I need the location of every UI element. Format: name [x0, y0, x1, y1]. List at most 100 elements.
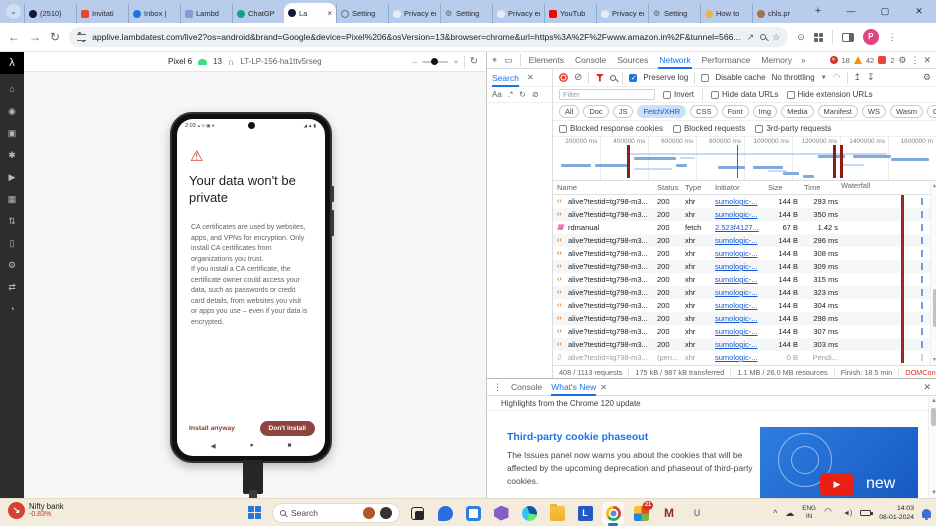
chat-icon[interactable]	[434, 502, 456, 525]
network-overview-timeline[interactable]: 200000 ms 400000 ms 600000 ms 800000 ms …	[553, 137, 936, 181]
filter-input[interactable]	[559, 89, 655, 100]
browser-tab[interactable]: ChatGP ×	[232, 4, 284, 23]
network-settings-icon[interactable]: ⚙	[923, 72, 931, 83]
type-filter-pill[interactable]: Wasm	[890, 105, 923, 118]
disable-cache-checkbox[interactable]	[701, 74, 709, 82]
m365-icon[interactable]: 21	[630, 502, 652, 525]
home-icon[interactable]: ⌂	[0, 78, 24, 100]
clock[interactable]: 14:03 08-01-2024	[879, 504, 914, 522]
tab-search-button[interactable]: ⌄	[6, 4, 21, 19]
gallery-icon[interactable]: ▦	[0, 188, 24, 210]
blocked-filter-checkbox[interactable]	[755, 125, 763, 133]
request-initiator-link[interactable]: sumologic-...	[715, 353, 765, 362]
network-request-row[interactable]: alive?testid=tg798-m3... 200 xhr sumolog…	[553, 286, 936, 299]
more-panels-icon[interactable]: »	[800, 52, 807, 69]
profile-icon[interactable]: ◉	[0, 100, 24, 122]
close-window-button[interactable]: ✕	[902, 0, 936, 23]
extensions-icon[interactable]	[814, 33, 823, 42]
type-filter-pill[interactable]: All	[559, 105, 579, 118]
filter-funnel-icon[interactable]	[595, 74, 604, 82]
video-thumbnail[interactable]: ▶ new	[760, 427, 918, 498]
devtools-close-icon[interactable]: ✕	[923, 55, 931, 66]
power-icon[interactable]: ◔	[0, 298, 24, 320]
search-highlight-icon-2[interactable]	[380, 507, 392, 519]
drawer-scrollbar[interactable]: ▲▼	[928, 396, 936, 498]
network-request-row[interactable]: alive?testid=tg798-m3... 200 xhr sumolog…	[553, 195, 936, 208]
rotate-device-icon[interactable]: ↻	[470, 56, 478, 67]
blocked-filter[interactable]: 3rd-party requests	[755, 124, 831, 133]
table-scrollbar[interactable]: ▲▼	[930, 181, 936, 365]
zoom-out-icon[interactable]: –	[412, 57, 417, 67]
hidden-icons-caret[interactable]: ^	[773, 508, 777, 518]
drawer-scrollbar-thumb[interactable]	[931, 408, 936, 426]
network-request-row[interactable]: rdmanual 200 fetch 2.523f4127... 67 B 1.…	[553, 221, 936, 234]
network-request-row[interactable]: alive?testid=tg798-m3... 200 xhr sumolog…	[553, 247, 936, 260]
notification-bell-icon[interactable]	[922, 509, 931, 518]
record-icon[interactable]	[559, 73, 568, 82]
network-request-row[interactable]: alive?testid=tg798-m3... 200 xhr sumolog…	[553, 208, 936, 221]
visual-studio-icon[interactable]	[490, 502, 512, 525]
edge-icon[interactable]	[518, 502, 540, 525]
task-view-icon[interactable]	[406, 502, 428, 525]
header-type[interactable]: Type	[685, 183, 715, 192]
header-size[interactable]: Size	[765, 183, 801, 192]
import-har-icon[interactable]: ↥	[854, 72, 862, 83]
onedrive-cloud-icon[interactable]: ☁	[785, 508, 794, 519]
language-indicator[interactable]: ENG IN	[802, 505, 816, 521]
scrollbar-thumb[interactable]	[933, 289, 936, 327]
search-close-icon[interactable]: ✕	[527, 73, 534, 82]
profile-avatar[interactable]: P	[863, 29, 879, 45]
network-icon[interactable]: ⇅	[0, 210, 24, 232]
network-request-row[interactable]: alive?testid=tg798-m3... 200 xhr sumolog…	[553, 260, 936, 273]
table-header-row[interactable]: Name Status Type Initiator Size Time Wat…	[553, 181, 936, 195]
type-filter-pill[interactable]: Manifest	[818, 105, 858, 118]
whats-new-close-icon[interactable]: ✕	[600, 383, 607, 392]
browser-tab[interactable]: Setting ×	[336, 4, 388, 23]
lambdatest-app-icon[interactable]: L	[574, 502, 596, 525]
device-toolbar-icon[interactable]: ▭	[504, 55, 513, 66]
hide-data-urls-checkbox[interactable]	[711, 91, 719, 99]
request-initiator-link[interactable]: sumologic-...	[715, 301, 765, 310]
request-initiator-link[interactable]: sumologic-...	[715, 327, 765, 336]
browser-tab[interactable]: Privacy erro ×	[388, 4, 440, 23]
warning-badge-icon[interactable]	[854, 56, 862, 64]
type-filter-pill[interactable]: Font	[722, 105, 749, 118]
type-filter-pill[interactable]: JS	[613, 105, 634, 118]
network-request-row[interactable]: alive?testid=tg798-m3... 200 xhr sumolog…	[553, 299, 936, 312]
password-manager-icon[interactable]: ⊙	[797, 32, 805, 43]
request-initiator-link[interactable]: sumologic-...	[715, 210, 765, 219]
install-anyway-button[interactable]: Install anyway	[189, 425, 235, 432]
drawer-tab-console[interactable]: Console	[511, 379, 542, 396]
article-title[interactable]: Third-party cookie phaseout	[507, 431, 648, 443]
browser-tab[interactable]: Privacy erro ×	[596, 4, 648, 23]
file-explorer-icon[interactable]	[546, 502, 568, 525]
browser-tab[interactable]: Inbox | ×	[128, 4, 180, 23]
dont-install-button[interactable]: Don't install	[260, 421, 315, 436]
request-initiator-link[interactable]: sumologic-...	[715, 275, 765, 284]
browser-tab[interactable]: Privacy erro ×	[492, 4, 544, 23]
error-badge-icon[interactable]: ✕	[830, 56, 838, 64]
battery-icon[interactable]	[860, 510, 871, 517]
dropdown-caret-icon[interactable]: ▼	[821, 75, 827, 81]
send-to-device-icon[interactable]: ↗	[747, 32, 755, 43]
browser-tab[interactable]: La ×	[284, 3, 336, 23]
network-request-row[interactable]: alive?testid=tg798-m3... 200 xhr sumolog…	[553, 234, 936, 247]
preserve-log-checkbox[interactable]	[629, 74, 637, 82]
network-request-row[interactable]: alive?testid=tg798-m3... (pen... xhr sum…	[553, 351, 936, 364]
network-conditions-icon[interactable]: ◠	[833, 72, 841, 83]
match-case-icon[interactable]: Aa	[492, 90, 502, 99]
export-har-icon[interactable]: ↧	[867, 72, 875, 83]
search-clear-icon[interactable]: ⊘	[532, 90, 539, 99]
request-initiator-link[interactable]: sumologic-...	[715, 340, 765, 349]
tab-close-icon[interactable]: ×	[327, 9, 332, 18]
browser-tab[interactable]: Setting ×	[648, 4, 700, 23]
header-waterfall[interactable]: Waterfall	[841, 181, 936, 194]
device-icon[interactable]: ▯	[0, 232, 24, 254]
switch-icon[interactable]: ⇄	[0, 276, 24, 298]
youtube-play-icon[interactable]: ▶	[820, 473, 854, 496]
zoom-in-icon[interactable]: +	[453, 57, 458, 67]
type-filter-pill[interactable]: Media	[781, 105, 813, 118]
wifi-icon[interactable]: ◠	[824, 509, 835, 517]
volume-icon[interactable]: ◄)	[843, 510, 852, 517]
request-initiator-link[interactable]: sumologic-...	[715, 249, 765, 258]
